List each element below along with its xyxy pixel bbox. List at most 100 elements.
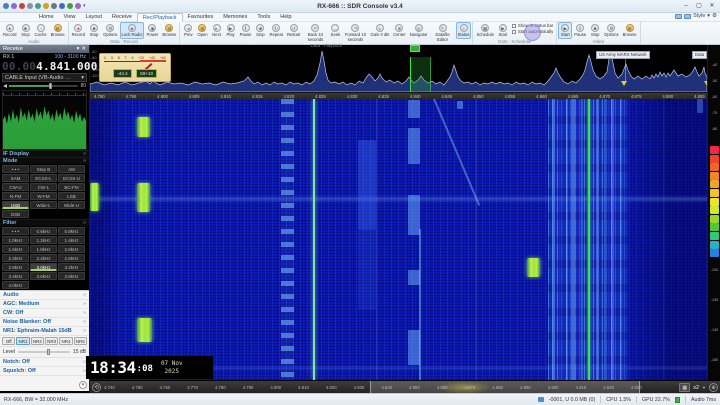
pane-close-icon[interactable]: ✕ <box>81 45 86 53</box>
filter-button[interactable]: 4.0kHz <box>2 281 29 289</box>
navigator-zoom-value[interactable]: x2 <box>693 385 699 391</box>
ribbon-button[interactable]: ⚙ Options <box>101 22 119 39</box>
noise-blanker-row[interactable]: Noise Blanker: Off» <box>0 318 89 327</box>
mode-button[interactable]: • • • <box>2 165 29 173</box>
ribbon-button[interactable]: ✎ Datafile Editor <box>430 22 456 43</box>
filter-header[interactable]: Filter» <box>0 219 89 226</box>
nr-button[interactable]: NR3 <box>44 337 59 345</box>
filter-button[interactable]: 1.2kHz <box>30 236 57 244</box>
nr-button[interactable]: NR5 <box>73 337 87 345</box>
ribbon-tab[interactable]: Favourites <box>183 13 219 22</box>
nr-button[interactable]: Off <box>2 337 16 345</box>
ribbon-button[interactable]: ◉ Power <box>144 22 160 39</box>
notch-row[interactable]: Notch: Off» <box>0 358 89 367</box>
mode-button[interactable]: SAM <box>2 174 29 182</box>
mode-button[interactable]: Step B <box>30 165 57 173</box>
ribbon-button[interactable]: ■ Stop <box>87 22 101 39</box>
filter-button[interactable]: 3.6kHz <box>30 272 57 280</box>
ribbon-tab[interactable]: Home <box>34 13 59 22</box>
mode-button[interactable]: CW-L <box>30 183 57 191</box>
ribbon-button[interactable]: ▶ Start <box>496 22 510 39</box>
station-marker-label[interactable]: Data <box>692 51 707 59</box>
ribbon-button[interactable]: ▦ Browse <box>49 22 67 39</box>
ribbon-button[interactable]: ↺ Restart <box>285 22 303 39</box>
frequency-display[interactable]: 00.00 4.841.000 <box>0 60 97 73</box>
ribbon-button[interactable]: ◂ Prev <box>181 22 195 39</box>
ribbon-button[interactable]: ◎ Navigator <box>408 22 430 39</box>
mode-button[interactable]: USB <box>2 201 29 209</box>
ribbon-button[interactable]: ↻ Repeat <box>267 22 285 39</box>
filter-button[interactable]: 3.4kHz <box>2 272 29 280</box>
filter-button[interactable]: 0.8kHz <box>58 227 85 235</box>
audio-section-header[interactable]: Audio» <box>0 291 89 300</box>
tuning-band[interactable] <box>410 57 431 92</box>
spectrum-display[interactable]: -40 -60 -80 -100 -120 13579 +20 +40 +60 -44.4 … <box>90 45 707 92</box>
ribbon-button[interactable]: ■ Stop <box>588 22 602 39</box>
receive-pane-header[interactable]: Receive ▾ ✕ <box>0 45 89 53</box>
minimize-button[interactable]: – <box>680 1 692 11</box>
ribbon-button[interactable]: ▸ Next <box>210 22 224 39</box>
filter-button[interactable]: • • • <box>2 227 29 235</box>
filter-button[interactable]: 2.2kHz <box>2 254 29 262</box>
mode-button[interactable]: ECSS-L <box>30 174 57 182</box>
close-button[interactable]: ✕ <box>706 1 718 11</box>
style-menu[interactable]: Style ▾ ⚙ <box>675 13 717 19</box>
ribbon-button[interactable]: ‖ Pause <box>238 22 254 39</box>
agc-row[interactable]: AGC: Medium» <box>0 300 89 309</box>
nr-level-slider[interactable] <box>17 349 70 355</box>
ribbon-tab[interactable]: Receive <box>107 13 137 22</box>
ribbon-tab[interactable]: Layout <box>81 13 108 22</box>
station-marker-label[interactable]: US Army MARS Network <box>596 51 650 59</box>
ribbon-button[interactable]: ▶ Start <box>558 22 573 39</box>
ribbon-button[interactable]: ● Record <box>70 22 88 39</box>
filter-button[interactable]: 3.2kHz <box>58 263 85 271</box>
ribbon-button[interactable]: ▦ Open <box>195 22 209 39</box>
if-display-header[interactable]: IF Display» <box>0 150 89 157</box>
frequency-scale[interactable]: 4.790 4.795 4.800 4.805 4.810 4.815 4.820 4.825… <box>90 92 707 99</box>
ribbon-button[interactable]: ‖ Pause <box>572 22 588 39</box>
frequency-navigator[interactable]: 4.740 4.750 4.760 4.770 4.780 4.790 4.800 4.810… <box>90 380 720 393</box>
cw-row[interactable]: CW: Off» <box>0 309 89 318</box>
mode-button[interactable]: CW-U <box>2 183 29 191</box>
navigator-display-button[interactable]: ▦ <box>679 383 691 392</box>
ribbon-button[interactable]: ◈ Lock Radio <box>119 22 145 39</box>
mode-button[interactable]: ECSS-U <box>58 174 85 182</box>
navigator-back-button[interactable]: ⟲ <box>92 383 101 392</box>
filter-button[interactable]: 2.0kHz <box>58 245 85 253</box>
mode-button[interactable]: AM <box>58 165 85 173</box>
ribbon-button[interactable]: ▶ Play <box>224 22 238 39</box>
ribbon-tab[interactable]: Help <box>275 13 296 22</box>
sidebar-collapse-button[interactable]: ▾ <box>79 381 87 389</box>
ribbon-tab[interactable]: Tools <box>252 13 275 22</box>
ribbon-button[interactable]: ⊕ Center <box>391 22 408 39</box>
maximize-button[interactable]: ▢ <box>693 1 705 11</box>
mode-button[interactable]: W-FM <box>30 192 57 200</box>
nr-button[interactable]: NR1 <box>16 337 30 345</box>
ribbon-button[interactable]: ↷ Forward 10 seconds <box>342 22 368 43</box>
mode-button[interactable]: LSB <box>58 192 85 200</box>
gear-icon[interactable]: ⚙ <box>712 13 717 19</box>
noise-reduction-row[interactable]: NR1: Ephraim-Malah 15dB» <box>0 327 89 336</box>
ribbon-button[interactable]: ± Gain 0 dB <box>368 22 391 39</box>
audio-input-dropdown[interactable]: CABLE Input (VB-Audio … ▾ <box>2 73 87 82</box>
chevron-down-icon[interactable]: ▼ <box>702 385 706 390</box>
filter-button[interactable]: 1.0kHz <box>2 236 29 244</box>
navigator-zoom-button[interactable]: ⊕ <box>709 383 718 392</box>
nr-button[interactable]: NR2 <box>30 337 44 345</box>
ribbon-tab[interactable]: Rec/Playback <box>136 12 183 22</box>
ribbon-button[interactable]: ▦ Schedule <box>474 22 495 39</box>
mode-header[interactable]: Mode» <box>0 157 89 164</box>
ribbon-button[interactable]: ▦ Browse <box>621 22 639 39</box>
ribbon-tab[interactable]: View <box>59 13 81 22</box>
ribbon-button[interactable]: ● Record <box>1 22 19 39</box>
ribbon-button[interactable]: ■ Stop <box>253 22 267 39</box>
mode-button[interactable]: BC-FM <box>58 183 85 191</box>
filter-button[interactable]: 0.6kHz <box>30 227 57 235</box>
filter-button[interactable]: 1.6kHz <box>2 245 29 253</box>
filter-button[interactable]: 2.4kHz <box>30 254 57 262</box>
mode-button[interactable]: N-FM <box>2 192 29 200</box>
filter-button[interactable]: 2.8kHz <box>2 263 29 271</box>
ribbon-button[interactable]: ■ Stop <box>19 22 33 39</box>
ribbon-tab[interactable]: Memories <box>218 13 252 22</box>
pane-collapse-icon[interactable]: ▾ <box>77 45 80 53</box>
